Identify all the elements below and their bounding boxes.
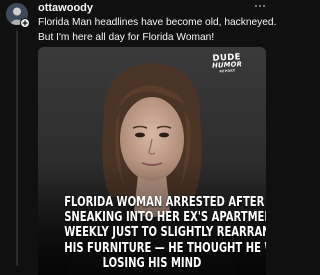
- plus-icon: [22, 20, 28, 26]
- post-caption: Florida Man headlines have become old, h…: [38, 16, 277, 45]
- headline-line: WEEKLY JUST TO SLIGHTLY REARRANGE: [64, 225, 266, 241]
- caption-line: But I'm here all day for Florida Woman!: [38, 31, 215, 43]
- thread-line: [16, 30, 18, 266]
- headline-line: SNEAKING INTO HER EX'S APARTMENT: [64, 210, 266, 226]
- meme-headline: FLORIDA WOMAN ARRESTED AFTER SNEAKING IN…: [64, 194, 266, 271]
- thread-post: ottawoody Florida Man headlines have bec…: [0, 0, 277, 275]
- caption-line: Florida Man headlines have become old, h…: [38, 17, 277, 28]
- dude-humor-logo: DUDE HUMOR REPORT: [204, 52, 251, 74]
- headline-line: HIS FURNITURE — HE THOUGHT HE WAS: [64, 240, 266, 256]
- post-image[interactable]: DUDE HUMOR REPORT FLORIDA WOMAN ARRESTED…: [38, 47, 266, 275]
- headline-line: LOSING HIS MIND: [102, 255, 202, 271]
- username[interactable]: ottawoody: [38, 2, 93, 15]
- follow-button[interactable]: [20, 18, 30, 28]
- more-horizontal-icon[interactable]: [253, 0, 267, 12]
- headline-line: FLORIDA WOMAN ARRESTED AFTER: [64, 194, 265, 210]
